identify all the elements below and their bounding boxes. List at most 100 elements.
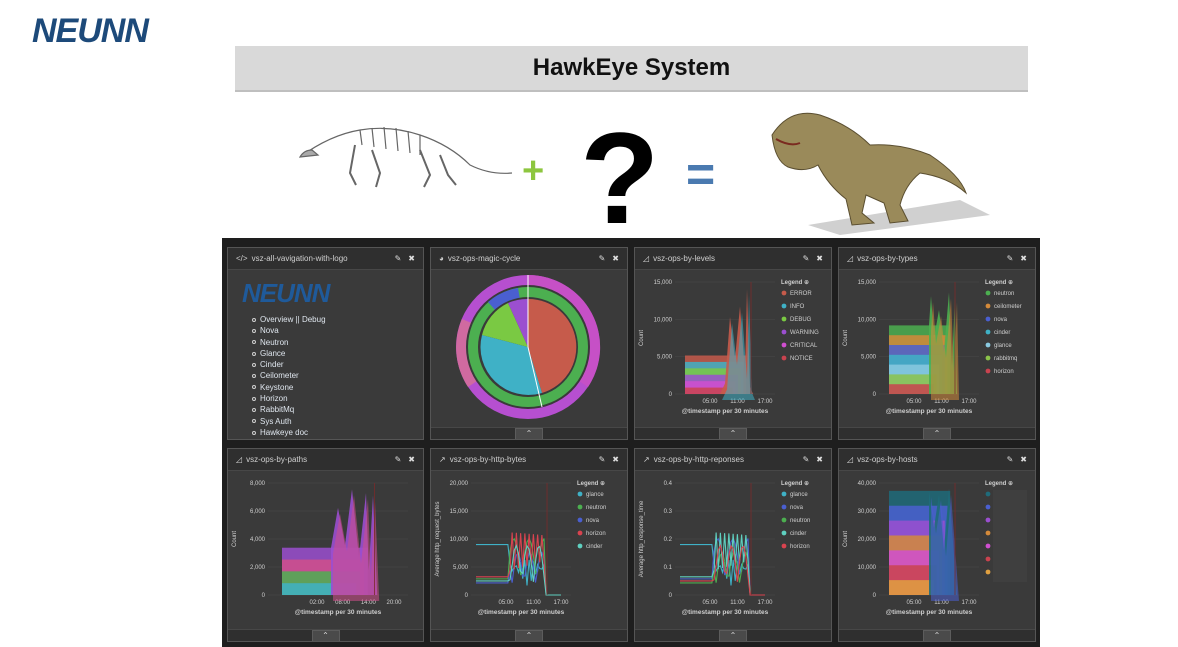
nav-item[interactable]: Cinder bbox=[252, 359, 326, 370]
nav-item[interactable]: Neutron bbox=[252, 337, 326, 348]
bullet-icon bbox=[252, 317, 256, 322]
nav-item[interactable]: Hawkeye doc bbox=[252, 427, 326, 438]
panel-body: NEUNN Overview || Debug Nova Neutron Glance… bbox=[228, 270, 423, 439]
edit-icon[interactable]: ✎ bbox=[803, 455, 810, 464]
y-tick-label: 15,000 bbox=[450, 509, 469, 515]
legend-item[interactable]: glance bbox=[994, 343, 1012, 349]
close-icon[interactable]: ✖ bbox=[816, 455, 823, 464]
area-series-block bbox=[889, 384, 934, 394]
legend-swatch bbox=[985, 569, 991, 575]
legend-title[interactable]: Legend ⊕ bbox=[985, 481, 1013, 487]
panel-title: vsz-ops-by-http-reponses bbox=[653, 455, 744, 464]
legend-item[interactable]: glance bbox=[586, 492, 604, 498]
nav-item-label: Ceilometer bbox=[260, 371, 299, 381]
nav-item[interactable]: Glance bbox=[252, 348, 326, 359]
types-chart: 15,00010,0005,000005:00 11:00 17:00@timest… bbox=[843, 280, 1022, 415]
legend-item[interactable]: WARNING bbox=[790, 330, 819, 336]
nav-item[interactable]: RabbitMq bbox=[252, 404, 326, 415]
bullet-icon bbox=[252, 385, 256, 390]
close-icon[interactable]: ✖ bbox=[408, 455, 415, 464]
x-tick-label: 17:00 bbox=[757, 399, 773, 405]
legend-item[interactable]: ERROR bbox=[790, 291, 812, 297]
edit-icon[interactable]: ✎ bbox=[1007, 254, 1014, 263]
legend-swatch bbox=[985, 517, 991, 523]
legend-swatch bbox=[985, 491, 991, 497]
edit-icon[interactable]: ✎ bbox=[395, 254, 402, 263]
panel-title: vsz-ops-by-levels bbox=[653, 254, 715, 263]
y-tick-label: 0.2 bbox=[664, 537, 673, 543]
legend-item[interactable]: neutron bbox=[586, 505, 606, 511]
legend-item[interactable]: rabbitmq bbox=[994, 356, 1017, 362]
legend-item[interactable]: horizon bbox=[586, 531, 606, 537]
edit-icon[interactable]: ✎ bbox=[803, 254, 810, 263]
legend-item[interactable]: neutron bbox=[790, 518, 810, 524]
legend-swatch bbox=[985, 316, 991, 322]
nav-item-label: Nova bbox=[260, 326, 279, 336]
legend-item[interactable]: INFO bbox=[790, 304, 805, 310]
close-icon[interactable]: ✖ bbox=[408, 254, 415, 263]
legend-item[interactable]: NOTICE bbox=[790, 356, 813, 362]
collapse-caret-icon[interactable]: ⌃ bbox=[923, 428, 951, 439]
x-tick-label: 11:00 bbox=[730, 600, 745, 606]
legend-title[interactable]: Legend ⊕ bbox=[985, 280, 1013, 286]
panel-http-bytes: ↗ vsz-ops-by-http-bytes ✎ ✖ 20,000 15,000 1… bbox=[430, 448, 628, 642]
edit-icon[interactable]: ✎ bbox=[395, 455, 402, 464]
close-icon[interactable]: ✖ bbox=[1020, 254, 1027, 263]
y-tick-label: 20,000 bbox=[858, 537, 877, 543]
close-icon[interactable]: ✖ bbox=[1020, 455, 1027, 464]
collapse-caret-icon[interactable]: ⌃ bbox=[311, 630, 340, 641]
legend-item[interactable]: DEBUG bbox=[790, 317, 812, 323]
x-tick-label: 05:00 bbox=[702, 600, 718, 606]
legend-item[interactable]: neutron bbox=[994, 291, 1014, 297]
legend-swatch bbox=[781, 543, 787, 549]
x-tick-label: 17:00 bbox=[961, 399, 977, 405]
panel-header: ◿ vsz-ops-by-levels ✎ ✖ bbox=[635, 248, 831, 270]
nav-item-label: Cinder bbox=[260, 360, 284, 370]
panel-header: </> vsz-all-vavigation-with-logo ✎ ✖ bbox=[228, 248, 423, 270]
collapse-caret-icon[interactable]: ⌃ bbox=[719, 428, 747, 439]
close-icon[interactable]: ✖ bbox=[816, 254, 823, 263]
nav-item[interactable]: Nova bbox=[252, 325, 326, 336]
edit-icon[interactable]: ✎ bbox=[1007, 455, 1014, 464]
legend-item[interactable]: glance bbox=[790, 492, 808, 498]
nav-item-label: Keystone bbox=[260, 382, 294, 392]
close-icon[interactable]: ✖ bbox=[612, 455, 619, 464]
legend-swatch bbox=[577, 530, 583, 536]
legend-item[interactable]: nova bbox=[586, 518, 600, 524]
collapse-caret-icon[interactable]: ⌃ bbox=[515, 630, 543, 641]
collapse-caret-icon[interactable]: ⌃ bbox=[923, 630, 951, 641]
panel-title: vsz-ops-by-http-bytes bbox=[449, 455, 527, 464]
legend-title[interactable]: Legend ⊕ bbox=[577, 481, 605, 487]
collapse-caret-icon[interactable]: ⌃ bbox=[719, 630, 747, 641]
legend-item[interactable]: cinder bbox=[790, 531, 806, 537]
legend-item[interactable]: cinder bbox=[586, 544, 602, 550]
close-icon[interactable]: ✖ bbox=[612, 254, 619, 263]
nav-item[interactable]: Horizon bbox=[252, 393, 326, 404]
legend-item[interactable]: cinder bbox=[994, 330, 1010, 336]
legend-title[interactable]: Legend ⊕ bbox=[781, 280, 809, 286]
legend-item[interactable]: horizon bbox=[994, 369, 1014, 375]
y-tick-label: 5,000 bbox=[861, 355, 877, 361]
collapse-caret-icon[interactable]: ⌃ bbox=[515, 428, 543, 439]
nav-item[interactable]: Overview || Debug bbox=[252, 314, 326, 325]
legend-title[interactable]: Legend ⊕ bbox=[781, 481, 809, 487]
y-axis-label: Count bbox=[232, 531, 238, 547]
nav-item[interactable]: Keystone bbox=[252, 382, 326, 393]
legend-item[interactable]: CRITICAL bbox=[790, 343, 818, 349]
y-tick-label: 40,000 bbox=[858, 481, 877, 487]
nav-item[interactable]: Sys Auth bbox=[252, 416, 326, 427]
y-axis-label: Count bbox=[843, 330, 849, 346]
legend-item[interactable]: ceilometer bbox=[994, 304, 1022, 310]
edit-icon[interactable]: ✎ bbox=[599, 455, 606, 464]
y-tick-label: 0 bbox=[262, 593, 266, 599]
legend-swatch bbox=[781, 355, 787, 361]
bullet-icon bbox=[252, 408, 256, 413]
nav-item[interactable]: Ceilometer bbox=[252, 370, 326, 381]
y-tick-label: 0 bbox=[873, 593, 877, 599]
x-axis-label: @timestamp per 30 minutes bbox=[295, 609, 382, 616]
legend-item[interactable]: nova bbox=[790, 505, 804, 511]
edit-icon[interactable]: ✎ bbox=[599, 254, 606, 263]
legend-item[interactable]: nova bbox=[994, 317, 1008, 323]
legend-item[interactable]: horizon bbox=[790, 544, 810, 550]
bullet-icon bbox=[252, 362, 256, 367]
